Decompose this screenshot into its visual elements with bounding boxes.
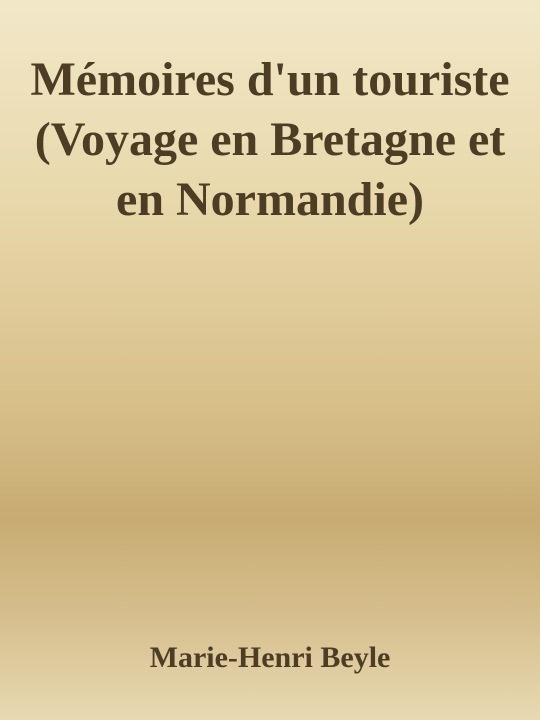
book-cover: Mémoires d'un touriste (Voyage en Bretag…: [0, 0, 540, 720]
book-author: Marie-Henri Beyle: [149, 641, 391, 674]
book-title: Mémoires d'un touriste (Voyage en Bretag…: [30, 53, 510, 226]
